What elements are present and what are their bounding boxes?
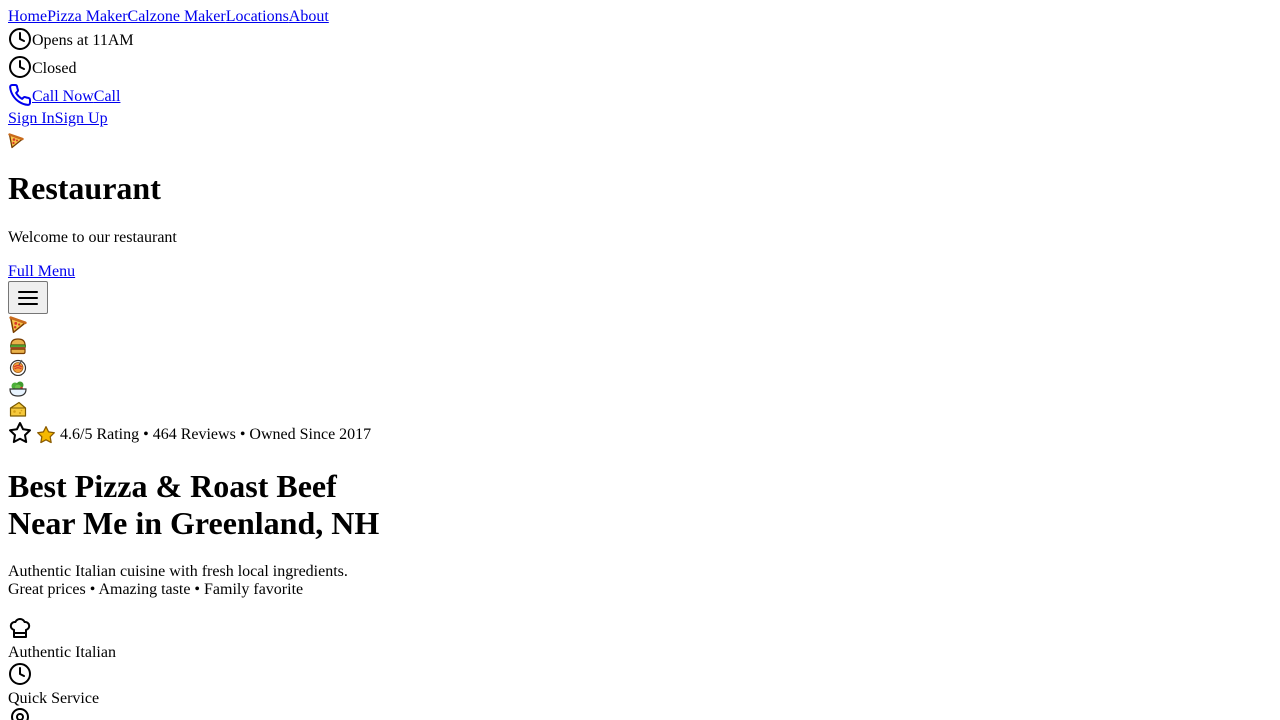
pasta-icon xyxy=(9,358,27,376)
food-category-pizza[interactable] xyxy=(9,316,27,334)
restaurant-tagline: Welcome to our restaurant xyxy=(8,229,177,246)
nav-link-home[interactable]: Home xyxy=(8,8,47,25)
auth-links: Sign InSign Up xyxy=(8,109,108,129)
feature-label: Quick Service xyxy=(8,690,100,707)
food-category-salad[interactable] xyxy=(9,379,27,397)
hero-title-line-1: Best Pizza & Roast Beef xyxy=(8,468,337,504)
feature-label: Authentic Italian xyxy=(8,644,116,661)
top-nav: HomePizza MakerCalzone MakerLocationsAbo… xyxy=(8,7,329,27)
clock-icon xyxy=(8,662,32,686)
sign-in-link[interactable]: Sign In xyxy=(8,110,55,127)
pin-icon xyxy=(8,707,32,720)
feature-location-icon-wrap xyxy=(8,707,32,720)
full-menu-row: Full Menu xyxy=(8,262,75,282)
nav-link-calzone-maker[interactable]: Calzone Maker xyxy=(128,8,226,25)
feature-authentic-italian-icon-wrap xyxy=(8,616,32,640)
hero-title-line-2: Near Me in Greenland, NH xyxy=(8,505,380,541)
call-now-label: Call Now xyxy=(32,88,94,105)
hero-title: Best Pizza & Roast Beef Near Me in Greenl… xyxy=(8,468,379,542)
food-category-pasta[interactable] xyxy=(9,358,27,376)
hours-status-open: Opens at 11AM xyxy=(8,27,134,55)
hero-desc-line-2: Great prices • Amazing taste • Family fa… xyxy=(8,581,304,598)
clock-icon xyxy=(8,27,32,51)
star-icon xyxy=(36,425,56,445)
hours-status-closed: Closed xyxy=(8,55,76,83)
nav-link-about[interactable]: About xyxy=(289,8,329,25)
food-category-sandwich[interactable] xyxy=(9,337,27,355)
feature-quick-service-icon-wrap xyxy=(8,662,32,686)
hours-text: Closed xyxy=(32,60,77,77)
food-category-cheese[interactable] xyxy=(9,400,27,418)
nav-link-locations[interactable]: Locations xyxy=(226,8,289,25)
salad-icon xyxy=(9,379,27,397)
hero-description: Authentic Italian cuisine with fresh loc… xyxy=(8,563,348,599)
hours-text: Opens at 11AM xyxy=(32,32,134,49)
hamburger-menu-icon xyxy=(16,286,40,310)
nav-link-pizza-maker[interactable]: Pizza Maker xyxy=(47,8,127,25)
call-short-label: Call xyxy=(93,88,121,105)
brand-logo[interactable] xyxy=(8,131,24,149)
sign-up-link[interactable]: Sign Up xyxy=(55,110,108,127)
call-now-link[interactable]: Call NowCall xyxy=(8,84,121,106)
phone-icon xyxy=(8,83,32,107)
rating-stats: 4.6/5 Rating • 464 Reviews • Owned Since… xyxy=(60,426,372,443)
menu-toggle-button[interactable] xyxy=(8,281,48,314)
page: HomePizza MakerCalzone MakerLocationsAbo… xyxy=(0,0,1280,720)
star-outline-icon xyxy=(8,421,32,445)
restaurant-title: Restaurant xyxy=(8,170,161,206)
full-menu-link[interactable]: Full Menu xyxy=(8,263,75,280)
cheese-icon xyxy=(9,400,27,418)
phone-row: Call NowCall xyxy=(8,83,120,111)
sandwich-icon xyxy=(9,337,27,355)
rating-row: 4.6/5 Rating • 464 Reviews • Owned Since… xyxy=(8,421,371,449)
hero-desc-line-1: Authentic Italian cuisine with fresh loc… xyxy=(8,563,348,580)
chef-hat-icon xyxy=(8,616,32,640)
pizza-icon xyxy=(9,316,27,334)
clock-icon xyxy=(8,55,32,79)
pizza-icon xyxy=(8,133,24,149)
